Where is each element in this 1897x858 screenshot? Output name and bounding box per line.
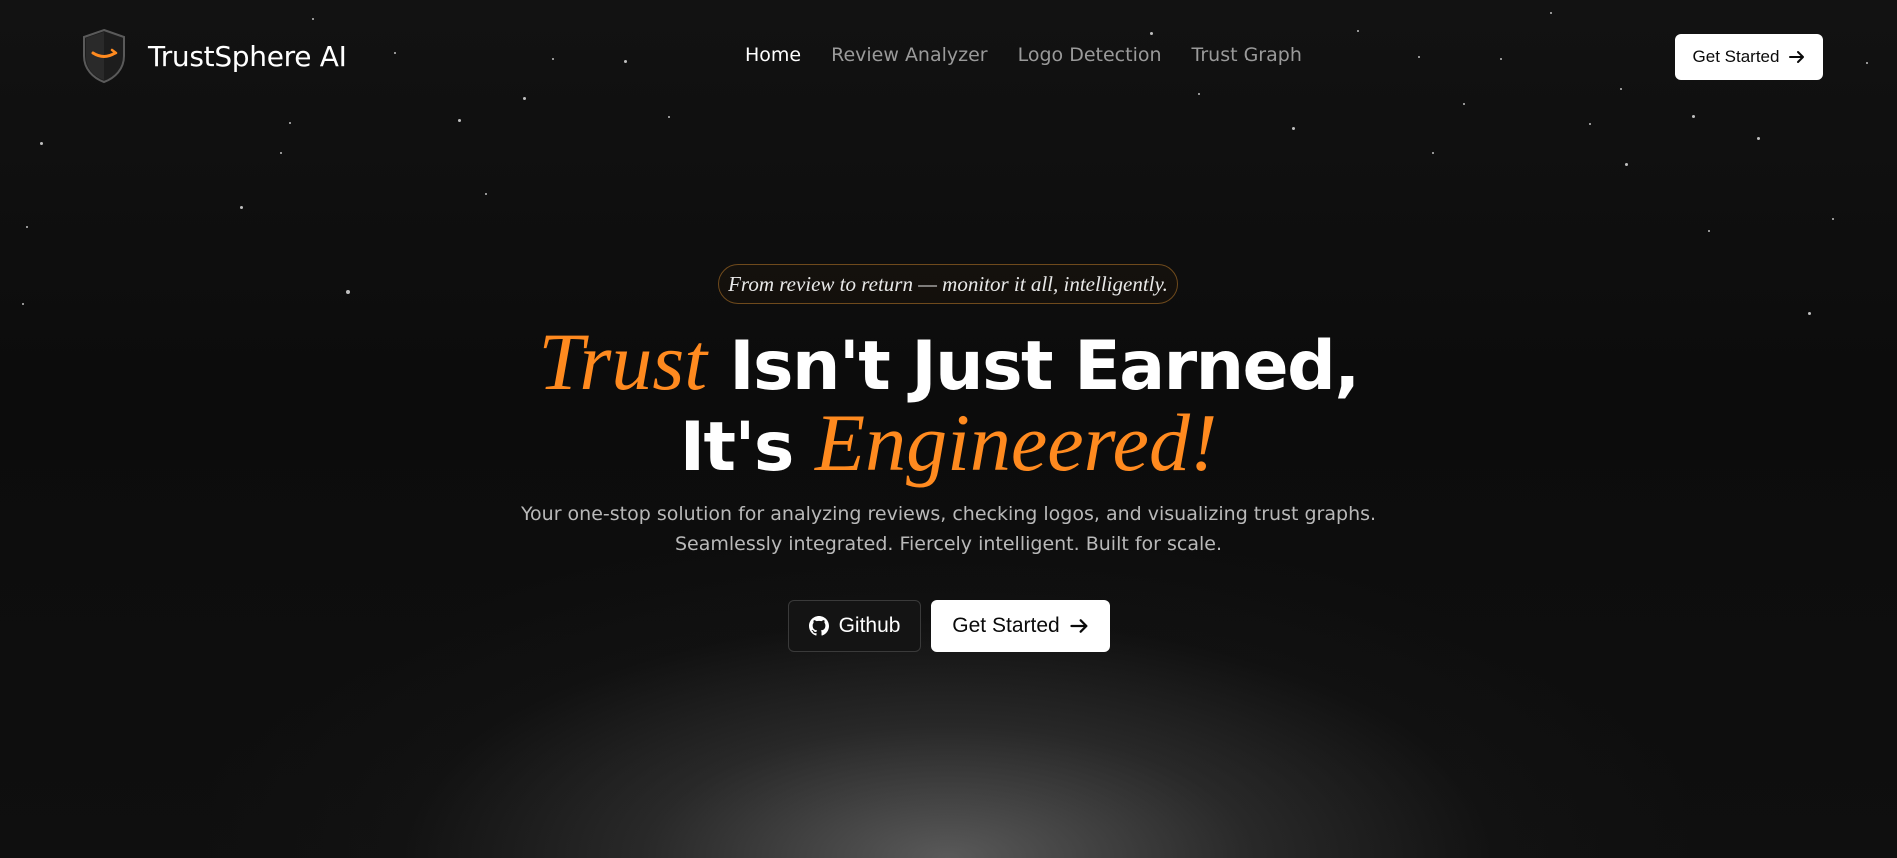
github-label: Github — [838, 614, 901, 637]
headline-line-1-rest: Isn't Just Earned, — [707, 327, 1360, 406]
landing-page: TrustSphere AI Home Review Analyzer Logo… — [0, 0, 1897, 858]
github-icon — [808, 616, 829, 636]
hero-section: From review to return — monitor it all, … — [0, 0, 1897, 858]
headline-line-2-start: It's — [679, 408, 816, 487]
subtitle-line-1: Your one-stop solution for analyzing rev… — [520, 503, 1377, 525]
headline-accent-engineered: Engineered! — [815, 397, 1218, 488]
tagline-pill: From review to return — monitor it all, … — [718, 264, 1178, 304]
headline-line-1: Trust Isn't Just Earned, — [0, 321, 1897, 407]
arrow-right-icon — [1070, 618, 1089, 634]
subtitle-line-2: Seamlessly integrated. Fiercely intellig… — [675, 533, 1222, 555]
hero-get-started-button[interactable]: Get Started — [931, 600, 1110, 652]
headline-line-2: It's Engineered! — [0, 402, 1897, 488]
headline-accent-trust: Trust — [538, 316, 708, 407]
github-button[interactable]: Github — [788, 600, 921, 652]
hero-get-started-label: Get Started — [952, 614, 1060, 637]
